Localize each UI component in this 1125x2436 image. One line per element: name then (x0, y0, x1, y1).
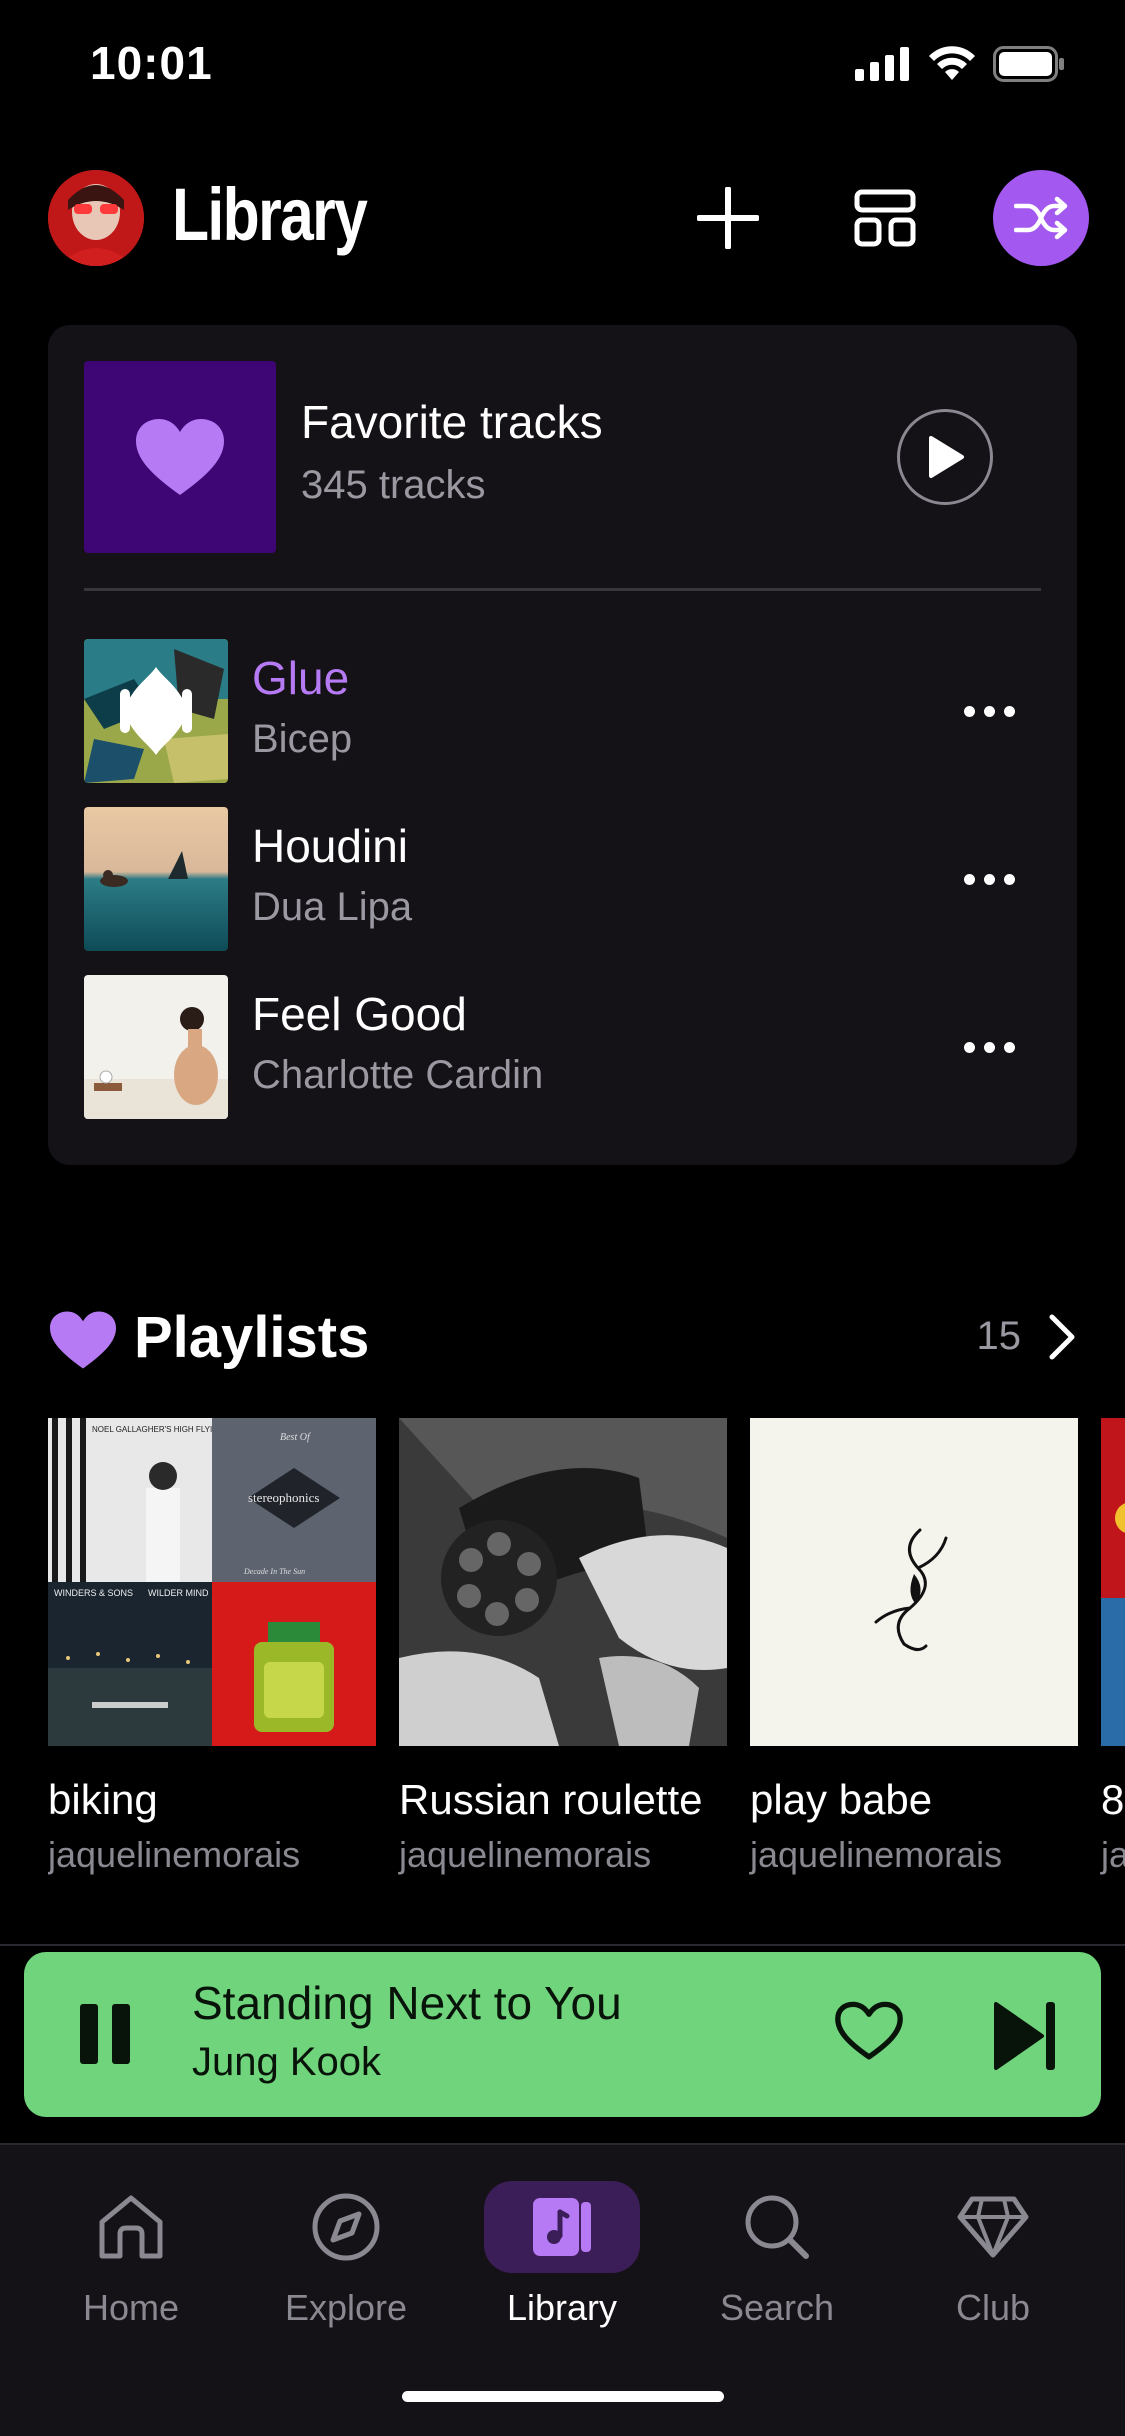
track-artist: Dua Lipa (252, 885, 413, 929)
playlist-cover (750, 1418, 1078, 1746)
tab-library[interactable]: Library (462, 2181, 662, 2351)
tab-label: Home (82, 2287, 180, 2328)
playlist-owner: ja (1101, 1834, 1125, 1875)
page-title: Library (172, 173, 368, 256)
more-icon (963, 873, 975, 885)
heart-outline-icon[interactable] (834, 2000, 904, 2062)
library-icon (533, 2198, 591, 2256)
track-artist: Charlotte Cardin (252, 1053, 544, 1097)
divider (84, 588, 1041, 591)
cover-text: WINDERS & SONS (54, 1588, 133, 1598)
divider (0, 1944, 1125, 1946)
playlists-header: Playlists 15 (48, 1300, 1077, 1380)
tab-home[interactable]: Home (31, 2181, 231, 2351)
favorite-tracks-card: Favorite tracks 345 tracks Glue Bicep Ho… (48, 325, 1077, 1165)
playlist-name: 8 (1101, 1776, 1125, 1823)
playlist-owner: jaquelinemorais (399, 1834, 652, 1875)
tab-search[interactable]: Search (677, 2181, 877, 2351)
play-icon (929, 436, 964, 478)
status-time: 10:01 (90, 37, 213, 89)
track-artwork (84, 807, 228, 951)
header: Library (0, 160, 1125, 270)
shuffle-icon (1014, 196, 1068, 240)
track-row[interactable]: Glue Bicep (84, 639, 1041, 783)
status-bar: 10:01 (0, 0, 1125, 130)
track-title: Glue (252, 652, 350, 704)
more-icon (963, 1041, 975, 1053)
pause-icon (80, 2004, 98, 2064)
now-playing-artist: Jung Kook (192, 2040, 382, 2084)
tab-bar: Home Explore Library Search Club (0, 2145, 1125, 2436)
now-playing-title: Standing Next to You (192, 1977, 622, 2029)
skip-next-icon[interactable] (992, 2000, 1058, 2072)
cover-text: WILDER MIND (148, 1588, 209, 1598)
heart-icon (50, 1311, 116, 1369)
tab-label: Explore (284, 2287, 408, 2328)
plus-icon (697, 187, 759, 249)
tab-club[interactable]: Club (893, 2181, 1093, 2351)
more-options-button[interactable] (954, 1027, 1024, 1067)
playlist-card[interactable]: 8 ja (1101, 1418, 1125, 1876)
playlists-count[interactable]: 15 (977, 1314, 1022, 1359)
compass-icon (312, 2193, 380, 2261)
playlist-cover (1101, 1418, 1125, 1746)
user-avatar[interactable] (48, 170, 144, 266)
playlist-owner: jaquelinemorais (48, 1834, 301, 1875)
cover-text: Best Of (280, 1432, 311, 1443)
home-icon (99, 2195, 163, 2259)
chevron-right-icon[interactable] (1047, 1312, 1077, 1362)
track-artwork (84, 975, 228, 1119)
playlist-name: biking (48, 1776, 158, 1823)
track-title: Houdini (252, 820, 408, 872)
playlist-cover: NOEL GALLAGHER'S HIGH FLYING BIRDS stere… (48, 1418, 376, 1746)
layout-grid-icon (854, 189, 916, 247)
playlist-card[interactable]: NOEL GALLAGHER'S HIGH FLYING BIRDS stere… (48, 1418, 376, 1876)
favorite-tracks-count: 345 tracks (301, 463, 486, 507)
status-icons (855, 46, 1065, 82)
track-artist: Bicep (252, 717, 353, 761)
tab-explore[interactable]: Explore (246, 2181, 446, 2351)
track-row[interactable]: Houdini Dua Lipa (84, 807, 1041, 951)
heart-icon (136, 419, 224, 495)
favorite-tracks-title[interactable]: Favorite tracks (301, 395, 603, 449)
shuffle-button[interactable] (993, 170, 1089, 266)
cellular-signal-icon (855, 47, 909, 81)
track-row[interactable]: Feel Good Charlotte Cardin (84, 975, 1041, 1119)
now-playing-bar[interactable]: Standing Next to You Jung Kook (24, 1952, 1101, 2117)
track-title: Feel Good (252, 988, 467, 1040)
playlist-name: Russian roulette (399, 1776, 703, 1823)
playlist-name: play babe (750, 1776, 933, 1823)
more-icon (963, 705, 975, 717)
more-options-button[interactable] (954, 691, 1024, 731)
playlists-title: Playlists (134, 1305, 370, 1370)
playlist-cover (399, 1418, 727, 1746)
playlist-owner: jaquelinemorais (750, 1834, 1003, 1875)
track-artwork (84, 639, 228, 783)
tab-label: Search (719, 2287, 835, 2328)
playlist-card[interactable]: Russian roulette jaquelinemorais (399, 1418, 727, 1876)
tab-label: Library (506, 2287, 618, 2328)
tab-label: Club (955, 2287, 1031, 2328)
pause-button[interactable] (80, 2004, 130, 2064)
playlists-carousel[interactable]: NOEL GALLAGHER'S HIGH FLYING BIRDS stere… (48, 1418, 1125, 1898)
add-button[interactable] (680, 170, 776, 266)
diamond-icon (957, 2196, 1029, 2258)
more-options-button[interactable] (954, 859, 1024, 899)
cover-text: stereophonics (248, 1490, 319, 1505)
playlist-card[interactable]: play babe jaquelinemorais (750, 1418, 1078, 1876)
favorite-tracks-cover[interactable] (84, 361, 276, 553)
play-favorites-button[interactable] (897, 409, 993, 505)
wifi-icon (929, 46, 975, 80)
search-icon (745, 2195, 809, 2259)
home-indicator[interactable] (402, 2391, 724, 2402)
cover-text: Decade In The Sun (243, 1567, 305, 1576)
battery-icon (993, 46, 1064, 82)
layout-button[interactable] (837, 170, 933, 266)
